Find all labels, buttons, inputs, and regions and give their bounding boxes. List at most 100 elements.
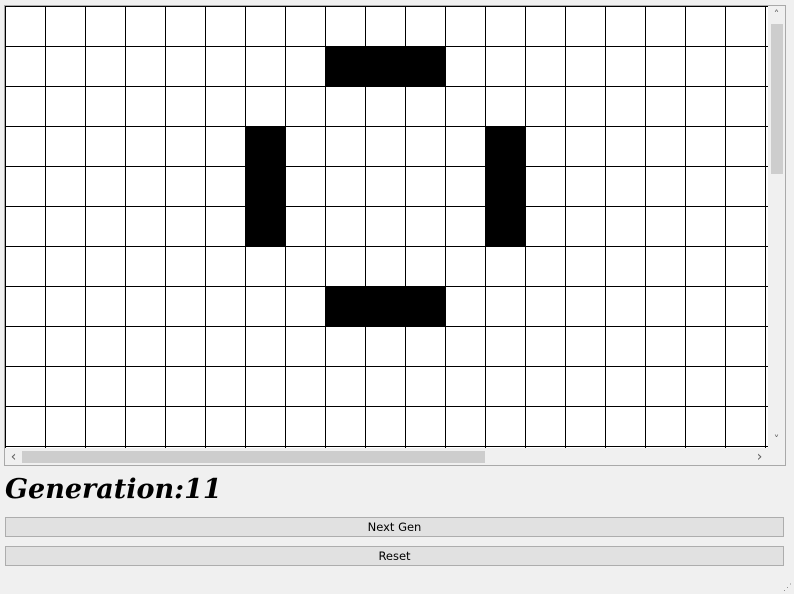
grid-cell[interactable] [486, 367, 526, 407]
grid-cell[interactable] [726, 327, 766, 367]
grid-cell[interactable] [526, 247, 566, 287]
grid-cell[interactable] [246, 247, 286, 287]
grid-cell[interactable] [246, 7, 286, 47]
board-viewport[interactable]: ˄ ˅ ‹ › [4, 5, 786, 466]
grid-cell[interactable] [406, 247, 446, 287]
grid-cell[interactable] [326, 207, 366, 247]
grid-cell[interactable] [366, 247, 406, 287]
grid-cell[interactable] [606, 287, 646, 327]
grid-cell[interactable] [566, 7, 606, 47]
grid-cell[interactable] [446, 327, 486, 367]
grid-cell[interactable] [246, 367, 286, 407]
grid-cell[interactable] [446, 407, 486, 447]
grid-cell[interactable] [606, 327, 646, 367]
grid-cell[interactable] [326, 7, 366, 47]
grid-cell-alive[interactable] [486, 167, 526, 207]
grid-cell[interactable] [166, 127, 206, 167]
grid-cell[interactable] [166, 327, 206, 367]
grid-cell-alive[interactable] [366, 47, 406, 87]
grid-cell[interactable] [686, 87, 726, 127]
grid-cell[interactable] [6, 327, 46, 367]
grid-cell[interactable] [406, 367, 446, 407]
grid-cell[interactable] [566, 87, 606, 127]
grid-cell[interactable] [126, 327, 166, 367]
grid-cell[interactable] [246, 47, 286, 87]
grid-cell[interactable] [86, 87, 126, 127]
life-grid[interactable] [5, 6, 768, 448]
grid-cell[interactable] [46, 127, 86, 167]
grid-cell[interactable] [326, 127, 366, 167]
grid-cell[interactable] [286, 327, 326, 367]
grid-cell[interactable] [566, 367, 606, 407]
grid-cell[interactable] [726, 407, 766, 447]
grid-cell[interactable] [246, 407, 286, 447]
grid-cell[interactable] [206, 87, 246, 127]
grid-cell[interactable] [606, 127, 646, 167]
grid-cell[interactable] [86, 7, 126, 47]
grid-cell[interactable] [566, 127, 606, 167]
grid-cell[interactable] [86, 47, 126, 87]
grid-cell[interactable] [166, 367, 206, 407]
grid-cell[interactable] [406, 87, 446, 127]
grid-cell[interactable] [206, 7, 246, 47]
grid-cell[interactable] [6, 7, 46, 47]
grid-cell[interactable] [646, 367, 686, 407]
grid-cell[interactable] [166, 407, 206, 447]
grid-cell[interactable] [606, 87, 646, 127]
grid-cell[interactable] [166, 47, 206, 87]
scroll-left-arrow-icon[interactable]: ‹ [5, 448, 22, 465]
grid-cell[interactable] [86, 407, 126, 447]
grid-cell[interactable] [46, 207, 86, 247]
size-grip-icon[interactable]: ⋰ [782, 582, 792, 592]
grid-cell[interactable] [166, 247, 206, 287]
grid-cell[interactable] [86, 167, 126, 207]
grid-cell[interactable] [46, 327, 86, 367]
reset-button[interactable]: Reset [5, 546, 784, 566]
grid-cell[interactable] [486, 87, 526, 127]
grid-cell[interactable] [486, 47, 526, 87]
grid-cell[interactable] [126, 87, 166, 127]
grid-cell[interactable] [526, 87, 566, 127]
grid-cell[interactable] [46, 7, 86, 47]
grid-cell[interactable] [366, 367, 406, 407]
grid-cell[interactable] [6, 167, 46, 207]
grid-cell-alive[interactable] [366, 287, 406, 327]
grid-cell[interactable] [406, 127, 446, 167]
grid-cell[interactable] [526, 207, 566, 247]
grid-cell[interactable] [166, 7, 206, 47]
grid-cell[interactable] [206, 327, 246, 367]
grid-cell-alive[interactable] [406, 47, 446, 87]
grid-cell[interactable] [46, 47, 86, 87]
grid-cell[interactable] [86, 247, 126, 287]
grid-cell-alive[interactable] [486, 207, 526, 247]
grid-cell[interactable] [366, 7, 406, 47]
grid-cell[interactable] [646, 407, 686, 447]
grid-cell[interactable] [686, 7, 726, 47]
grid-cell[interactable] [566, 247, 606, 287]
grid-cell[interactable] [206, 247, 246, 287]
grid-cell[interactable] [686, 327, 726, 367]
next-gen-button[interactable]: Next Gen [5, 517, 784, 537]
grid-cell[interactable] [126, 287, 166, 327]
grid-cell[interactable] [446, 247, 486, 287]
grid-cell[interactable] [566, 407, 606, 447]
grid-cell[interactable] [606, 247, 646, 287]
grid-cell-alive[interactable] [486, 127, 526, 167]
vertical-scroll-thumb[interactable] [771, 24, 783, 174]
grid-cell[interactable] [446, 87, 486, 127]
grid-cell[interactable] [6, 47, 46, 87]
grid-cell[interactable] [86, 367, 126, 407]
grid-cell[interactable] [206, 127, 246, 167]
grid-cell[interactable] [126, 247, 166, 287]
grid-cell[interactable] [646, 247, 686, 287]
grid-cell[interactable] [206, 47, 246, 87]
grid-cell[interactable] [286, 207, 326, 247]
horizontal-scroll-thumb[interactable] [22, 451, 485, 463]
grid-cell[interactable] [126, 127, 166, 167]
grid-cell[interactable] [126, 407, 166, 447]
grid-cell[interactable] [366, 167, 406, 207]
grid-cell[interactable] [246, 327, 286, 367]
grid-cell[interactable] [646, 287, 686, 327]
grid-cell[interactable] [446, 207, 486, 247]
grid-cell[interactable] [686, 247, 726, 287]
